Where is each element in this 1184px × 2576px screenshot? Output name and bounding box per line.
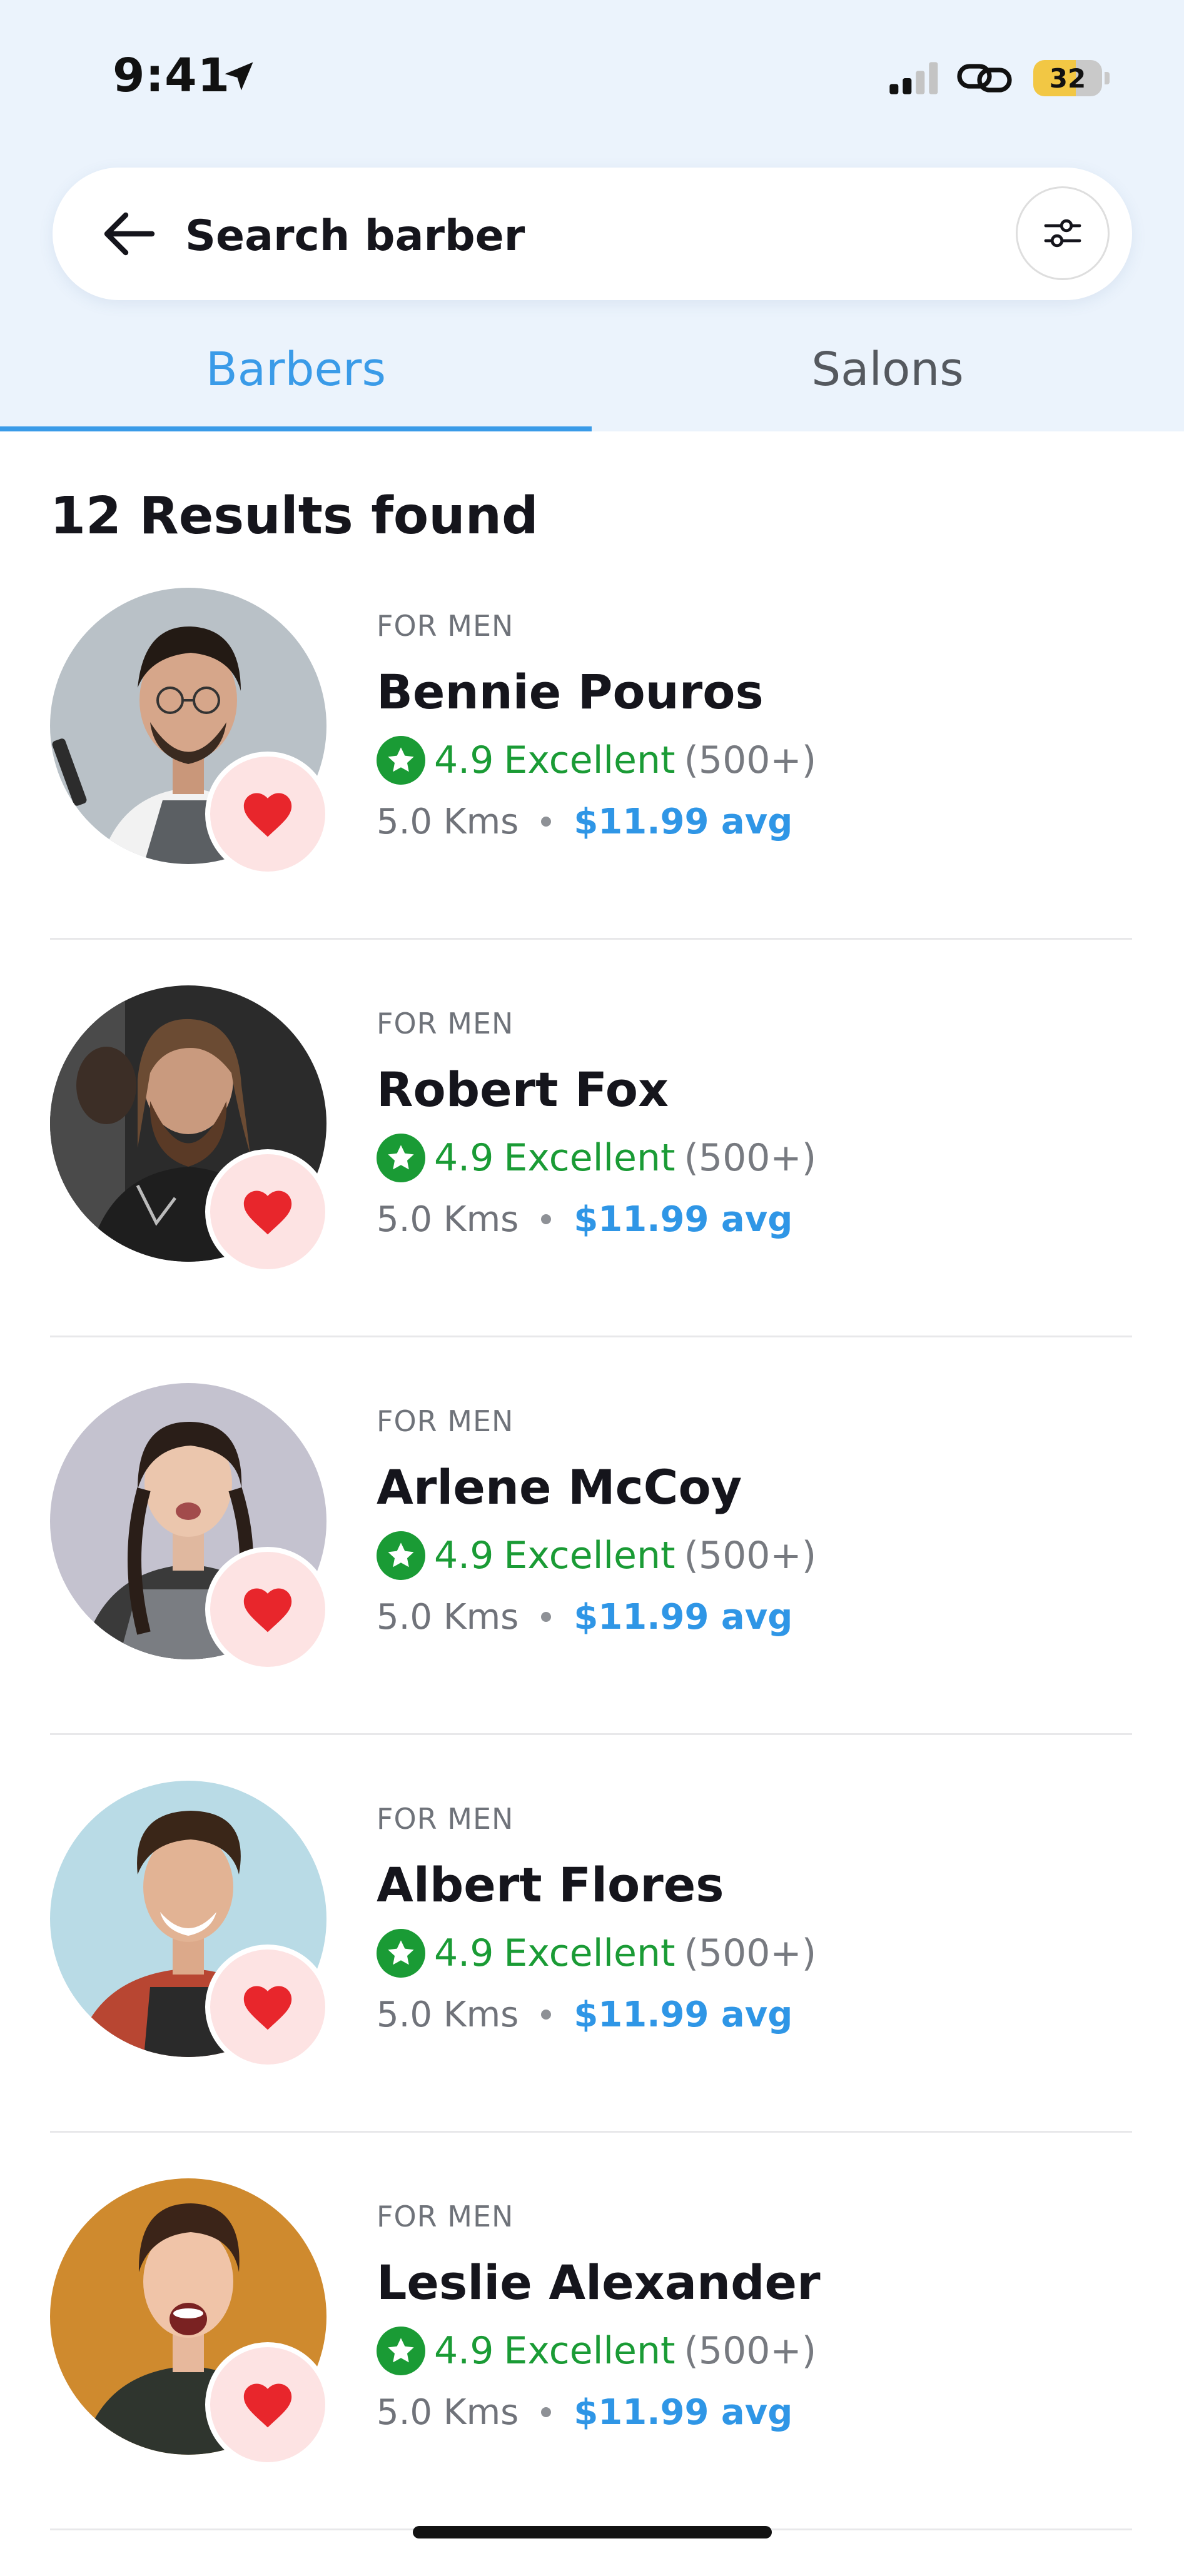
rating-label: Excellent [503,2329,675,2373]
meta-row: 5.0 Kms $11.99 avg [377,1990,792,2040]
category-label: FOR MEN [377,1802,514,1836]
tab-barbers[interactable]: Barbers [0,343,592,396]
rating: 4.9 Excellent (500+) [377,2326,816,2376]
list-item[interactable]: FOR MEN Albert Flores 4.9 Excellent (500… [50,1781,1132,2178]
favorite-button[interactable] [205,1945,330,2070]
rating-value: 4.9 [434,738,494,782]
meta-row: 5.0 Kms $11.99 avg [377,1194,792,1244]
category-label: FOR MEN [377,609,514,643]
cellular-signal-icon [889,62,938,94]
active-tab-indicator [0,426,592,431]
heart-icon [243,1986,292,2030]
category-label: FOR MEN [377,1007,514,1040]
price: $11.99 avg [574,2392,793,2433]
distance: 5.0 Kms [377,801,519,842]
divider [50,2131,1132,2133]
barber-name[interactable]: Bennie Pouros [377,664,764,720]
list-item[interactable]: FOR MEN Bennie Pouros 4.9 Excellent (500… [50,588,1132,985]
distance: 5.0 Kms [377,1994,519,2035]
search-input[interactable]: Search barber [185,211,525,261]
meta-row: 5.0 Kms $11.99 avg [377,797,792,847]
review-count: (500+) [684,1136,817,1180]
list-item[interactable]: FOR MEN Leslie Alexander 4.9 Excellent (… [50,2178,1132,2576]
separator-dot [541,817,552,827]
price: $11.99 avg [574,1199,793,1240]
heart-icon [243,2383,292,2428]
review-count: (500+) [684,2329,817,2373]
price: $11.99 avg [574,801,793,842]
arrow-left-icon[interactable] [101,208,158,260]
heart-icon [243,793,292,837]
star-icon [377,2327,425,2375]
barber-name[interactable]: Leslie Alexander [377,2255,821,2310]
meta-row: 5.0 Kms $11.99 avg [377,1592,792,1642]
review-count: (500+) [684,1534,817,1577]
rating: 4.9 Excellent (500+) [377,735,816,785]
rating: 4.9 Excellent (500+) [377,1133,816,1183]
meta-row: 5.0 Kms $11.99 avg [377,2387,792,2437]
search-bar[interactable]: Search barber [53,168,1132,300]
rating: 4.9 Excellent (500+) [377,1928,816,1978]
divider [50,1733,1132,1735]
status-time: 9:41 [113,49,231,103]
distance: 5.0 Kms [377,1199,519,1240]
results-count: 12 Results found [50,486,539,546]
rating-value: 4.9 [434,2329,494,2373]
separator-dot [541,1612,552,1622]
barber-name[interactable]: Arlene McCoy [377,1459,742,1515]
star-icon [377,1929,425,1978]
divider [50,938,1132,940]
rating-label: Excellent [503,1534,675,1577]
battery-icon: 32 [1033,60,1102,96]
link-icon [957,64,1012,93]
rating: 4.9 Excellent (500+) [377,1531,816,1581]
favorite-button[interactable] [205,1547,330,1672]
category-label: FOR MEN [377,2200,514,2233]
separator-dot [541,2010,552,2020]
favorite-button[interactable] [205,2342,330,2467]
price: $11.99 avg [574,1994,793,2035]
category-label: FOR MEN [377,1404,514,1438]
star-icon [377,1134,425,1182]
battery-tip [1105,72,1110,84]
location-arrow-icon [225,62,253,91]
barber-name[interactable]: Robert Fox [377,1062,669,1117]
review-count: (500+) [684,738,817,782]
favorite-button[interactable] [205,752,330,877]
list-item[interactable]: FOR MEN Robert Fox 4.9 Excellent (500+) … [50,985,1132,1383]
divider [50,1336,1132,1337]
rating-label: Excellent [503,1931,675,1975]
rating-value: 4.9 [434,1534,494,1577]
heart-icon [243,1190,292,1235]
review-count: (500+) [684,1931,817,1975]
distance: 5.0 Kms [377,1596,519,1638]
home-indicator[interactable] [413,2526,772,2538]
rating-value: 4.9 [434,1136,494,1180]
rating-label: Excellent [503,738,675,782]
star-icon [377,1531,425,1580]
separator-dot [541,2407,552,2417]
separator-dot [541,1214,552,1224]
tab-salons[interactable]: Salons [592,343,1183,396]
rating-value: 4.9 [434,1931,494,1975]
star-icon [377,736,425,785]
distance: 5.0 Kms [377,2392,519,2433]
price: $11.99 avg [574,1596,793,1638]
sliders-icon [1044,219,1081,248]
favorite-button[interactable] [205,1149,330,1274]
heart-icon [243,1588,292,1633]
barber-name[interactable]: Albert Flores [377,1857,724,1913]
filter-button[interactable] [1016,186,1110,280]
list-item[interactable]: FOR MEN Arlene McCoy 4.9 Excellent (500+… [50,1383,1132,1781]
rating-label: Excellent [503,1136,675,1180]
